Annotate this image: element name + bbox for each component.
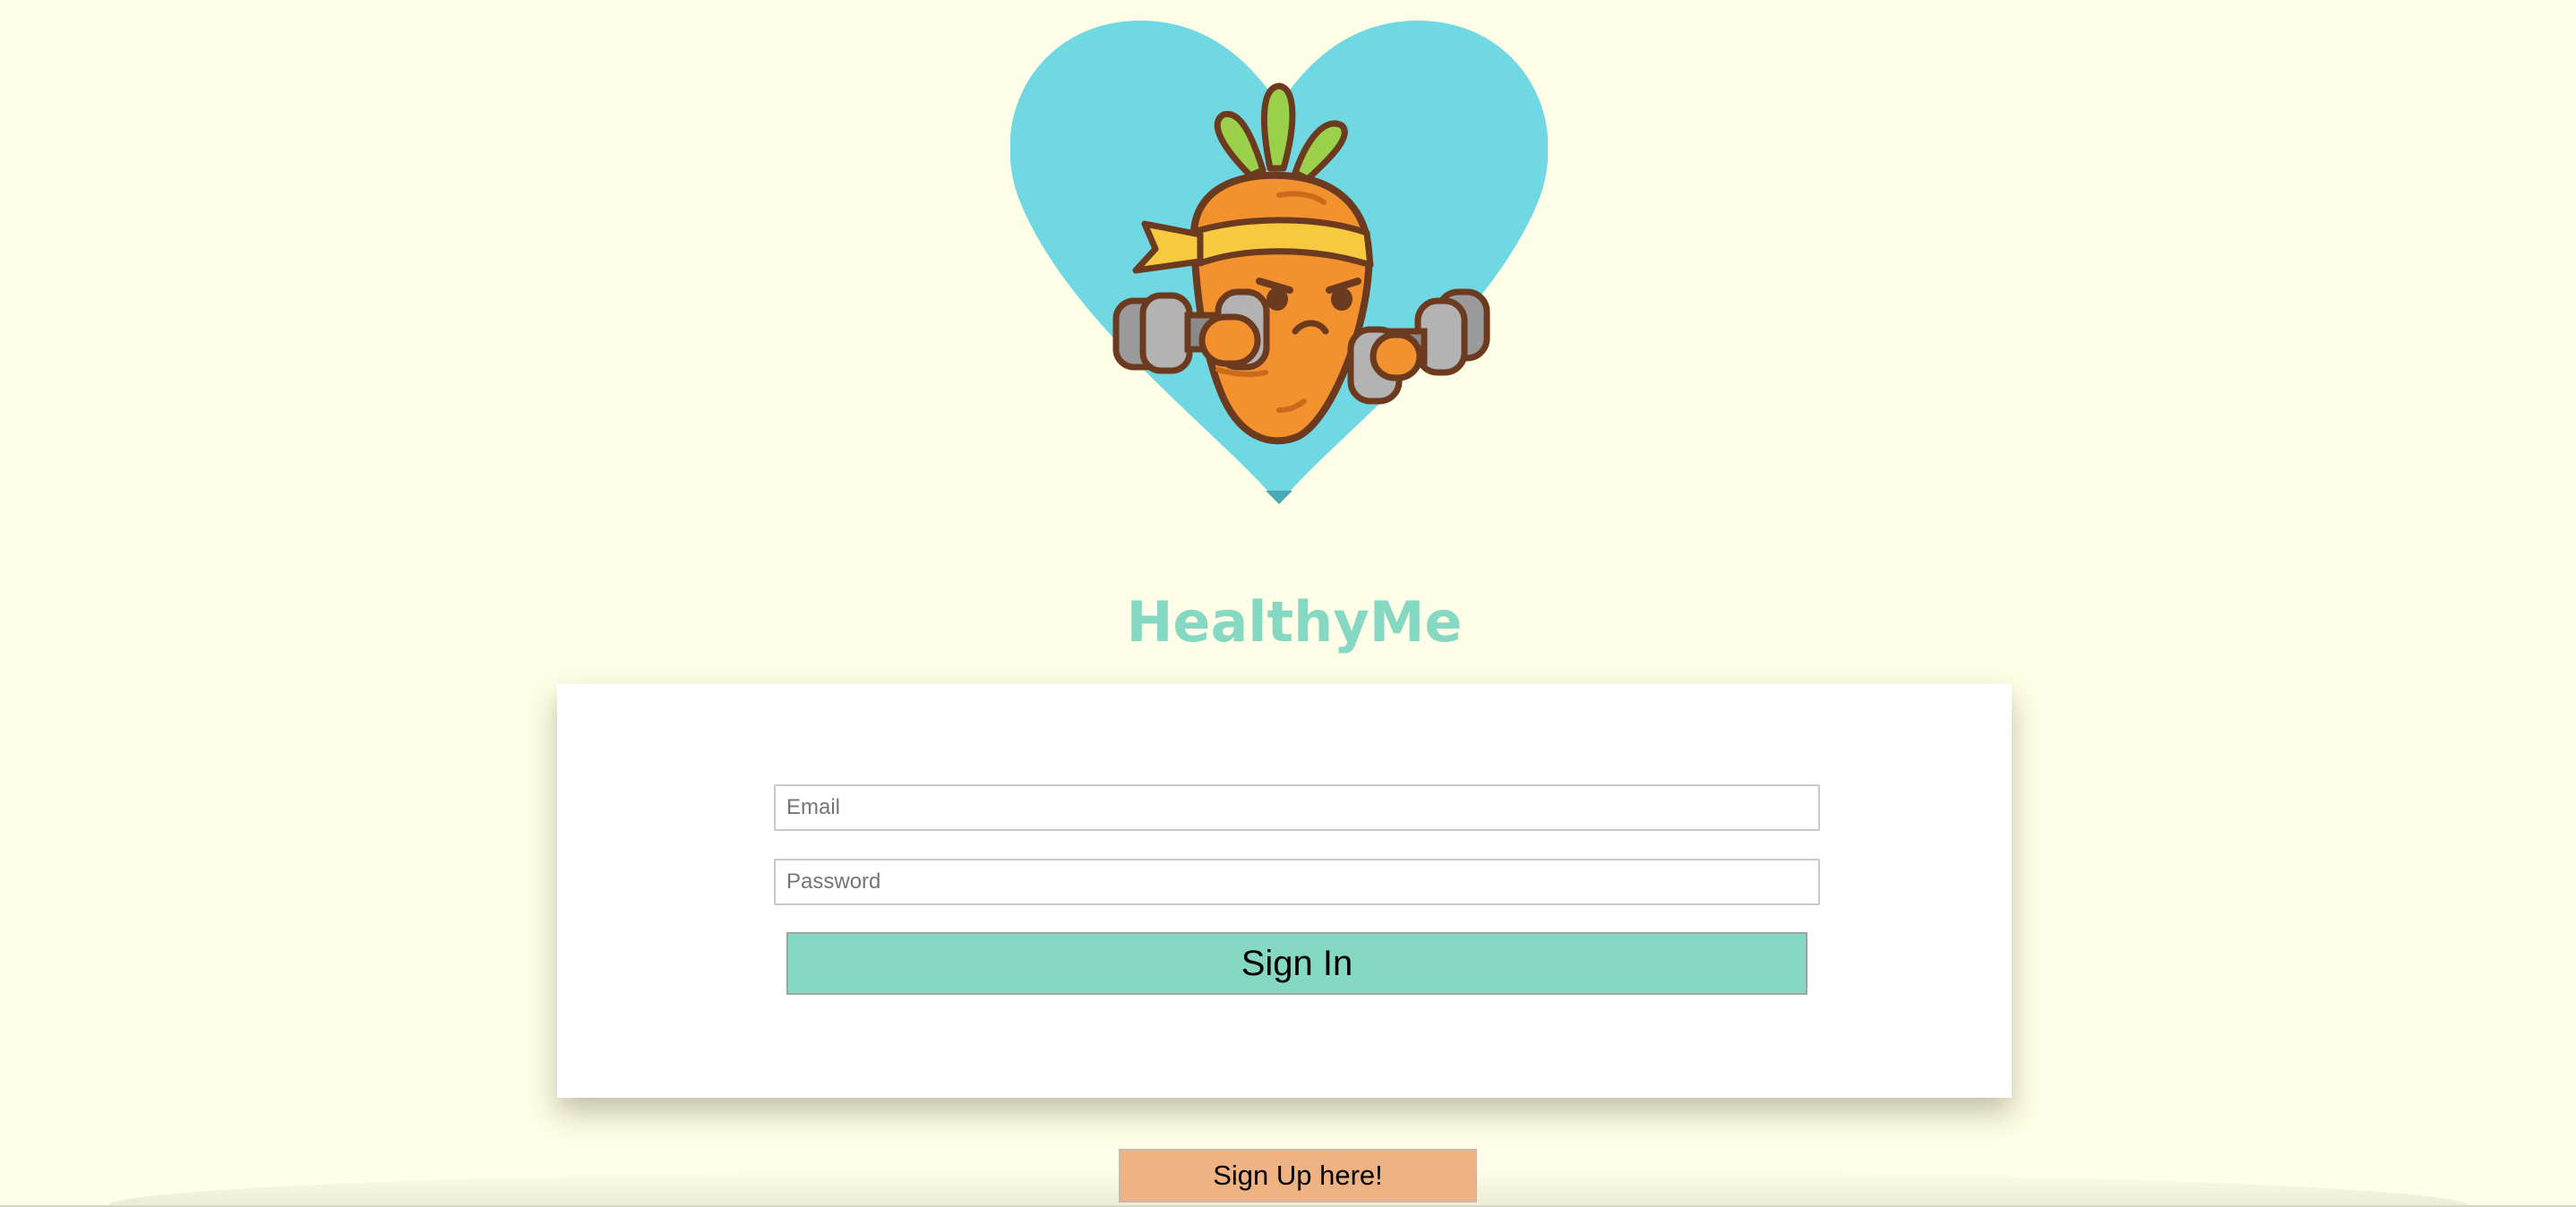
email-field[interactable] [774, 784, 1820, 831]
sign-in-button[interactable]: Sign In [786, 932, 1807, 995]
carrot-mascot-logo-icon [1010, 16, 1548, 505]
password-field[interactable] [774, 859, 1820, 905]
login-card: Sign In [557, 684, 2012, 1098]
app-title: HealthyMe [1126, 589, 1463, 655]
sign-up-button[interactable]: Sign Up here! [1119, 1149, 1477, 1203]
